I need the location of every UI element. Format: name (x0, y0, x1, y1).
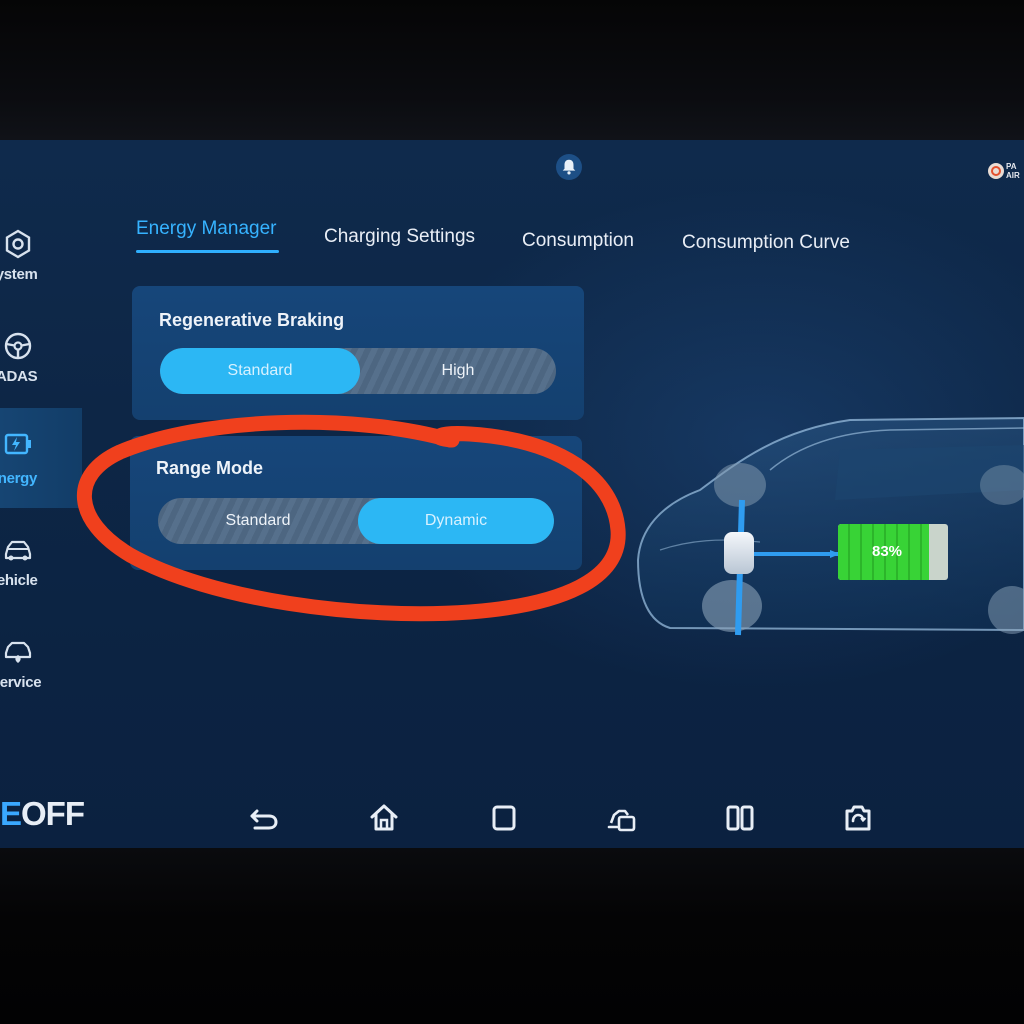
range-dynamic-option[interactable]: Dynamic (358, 498, 554, 544)
recent-apps-icon (492, 805, 516, 831)
tab-charging-settings[interactable]: Charging Settings (324, 226, 475, 248)
eoff-label: OFF (21, 795, 85, 832)
screen-bezel-top (0, 0, 1024, 140)
car-outline-illustration (636, 416, 1024, 636)
screenshot-button[interactable] (838, 798, 878, 838)
car-settings-icon (607, 809, 636, 832)
battery-level-indicator: 83% (838, 524, 952, 580)
sidebar-item-system[interactable]: System (0, 224, 82, 316)
screen-bezel-bottom (0, 848, 1024, 1024)
airbag-text-line1: PA (1006, 162, 1017, 171)
regenerative-braking-title: Regenerative Braking (159, 310, 345, 330)
back-icon (250, 809, 278, 830)
sidebar-item-label: Energy (0, 470, 38, 487)
sidebar-item-label: Service (0, 674, 42, 691)
car-service-icon (2, 636, 34, 668)
battery-shell: 83% (838, 524, 948, 580)
home-icon (370, 804, 398, 831)
active-tab-indicator (136, 250, 279, 253)
regen-high-option[interactable]: High (360, 348, 556, 394)
gear-hexagon-icon (2, 228, 34, 260)
screenshot-icon (845, 805, 871, 831)
sidebar: System ADAS Energy (0, 200, 82, 760)
battery-bolt-icon (2, 428, 34, 460)
sidebar-item-label: ADAS (0, 368, 38, 385)
vehicle-energy-visualization (630, 410, 1024, 660)
recent-apps-button[interactable] (484, 798, 524, 838)
car-icon (2, 534, 34, 566)
sidebar-item-label: System (0, 266, 38, 283)
range-mode-toggle[interactable]: Standard Dynamic (158, 498, 554, 544)
range-mode-title: Range Mode (156, 458, 264, 478)
tab-consumption-curve[interactable]: Consumption Curve (682, 232, 850, 254)
split-screen-icon (726, 805, 754, 831)
notification-icon[interactable] (556, 154, 582, 180)
infotainment-screen: PA AIR System ADAS (0, 140, 1024, 848)
regenerative-braking-toggle[interactable]: Standard High (160, 348, 556, 394)
airbag-off-icon (988, 163, 1004, 179)
eoff-button[interactable]: EOFF (0, 795, 85, 833)
sidebar-item-service[interactable]: Service (0, 632, 82, 724)
split-screen-button[interactable] (720, 798, 760, 838)
steering-wheel-icon (2, 330, 34, 362)
bell-icon (562, 159, 576, 175)
tab-energy-manager[interactable]: Energy Manager (136, 218, 276, 240)
car-settings-button[interactable] (602, 798, 642, 838)
sidebar-item-vehicle[interactable]: Vehicle (0, 530, 82, 622)
passenger-airbag-status: PA AIR (988, 162, 1020, 180)
back-button[interactable] (244, 798, 284, 838)
sidebar-item-adas[interactable]: ADAS (0, 326, 82, 418)
sidebar-item-energy[interactable]: Energy (0, 408, 82, 508)
tab-consumption[interactable]: Consumption (522, 230, 634, 252)
range-standard-option[interactable]: Standard (158, 498, 358, 544)
battery-percent-label: 83% (871, 543, 903, 560)
range-mode-card: Range Mode Standard Dynamic (130, 436, 582, 570)
airbag-text-line2: AIR (1006, 171, 1020, 180)
regen-standard-option[interactable]: Standard (160, 348, 360, 394)
home-button[interactable] (364, 798, 404, 838)
electric-motor-icon (724, 532, 754, 574)
eoff-prefix: E (0, 795, 22, 832)
airbag-label: PA AIR (1006, 162, 1020, 180)
sidebar-item-label: Vehicle (0, 572, 38, 589)
regenerative-braking-card: Regenerative Braking Standard High (132, 286, 584, 420)
